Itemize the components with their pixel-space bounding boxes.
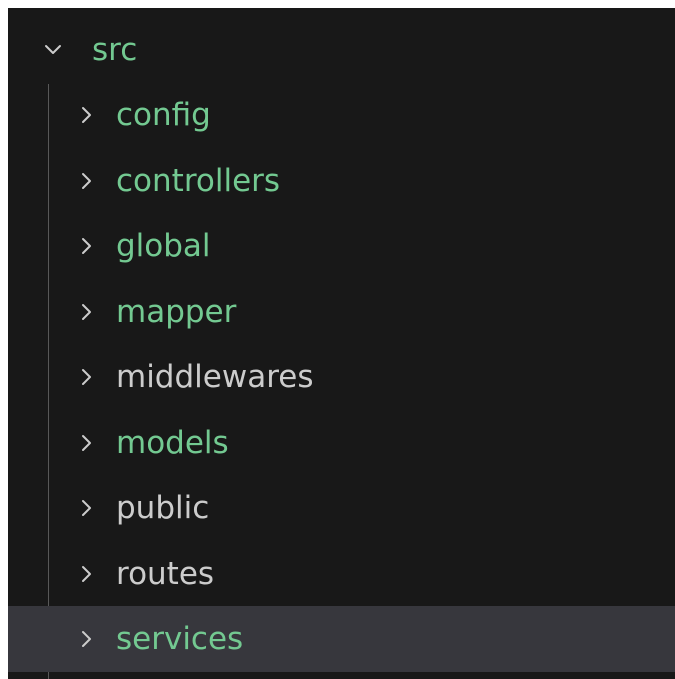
chevron-right-icon (70, 98, 104, 132)
chevron-right-icon (70, 164, 104, 198)
folder-label: src (92, 32, 138, 68)
folder-label: models (116, 424, 229, 461)
folder-row-mapper[interactable]: mapper (8, 279, 675, 345)
chevron-right-icon (70, 491, 104, 525)
folder-row-models[interactable]: models (8, 410, 675, 476)
folder-label: middlewares (116, 359, 314, 395)
folder-row-config[interactable]: config (8, 82, 675, 148)
folder-label: mapper (116, 293, 237, 330)
folder-label: public (116, 490, 210, 526)
folder-label: config (116, 97, 211, 133)
folder-row-public[interactable]: public (8, 475, 675, 541)
chevron-right-icon (70, 557, 104, 591)
folder-label: services (116, 621, 244, 657)
folder-row-global[interactable]: global (8, 213, 675, 279)
folder-label: global (116, 228, 211, 264)
folder-row-services[interactable]: services (8, 606, 675, 672)
folder-row-middlewares[interactable]: middlewares (8, 344, 675, 410)
chevron-right-icon (70, 426, 104, 460)
folder-row-routes[interactable]: routes (8, 541, 675, 607)
folder-label: routes (116, 555, 215, 592)
chevron-right-icon (70, 360, 104, 394)
folder-row-controllers[interactable]: controllers (8, 148, 675, 214)
chevron-right-icon (70, 622, 104, 656)
chevron-right-icon (70, 229, 104, 263)
folder-row-src[interactable]: src (8, 18, 675, 82)
chevron-down-icon (36, 33, 70, 67)
file-explorer: src config controllers global mapper mid… (8, 8, 675, 679)
chevron-right-icon (70, 295, 104, 329)
folder-label: controllers (116, 162, 281, 199)
